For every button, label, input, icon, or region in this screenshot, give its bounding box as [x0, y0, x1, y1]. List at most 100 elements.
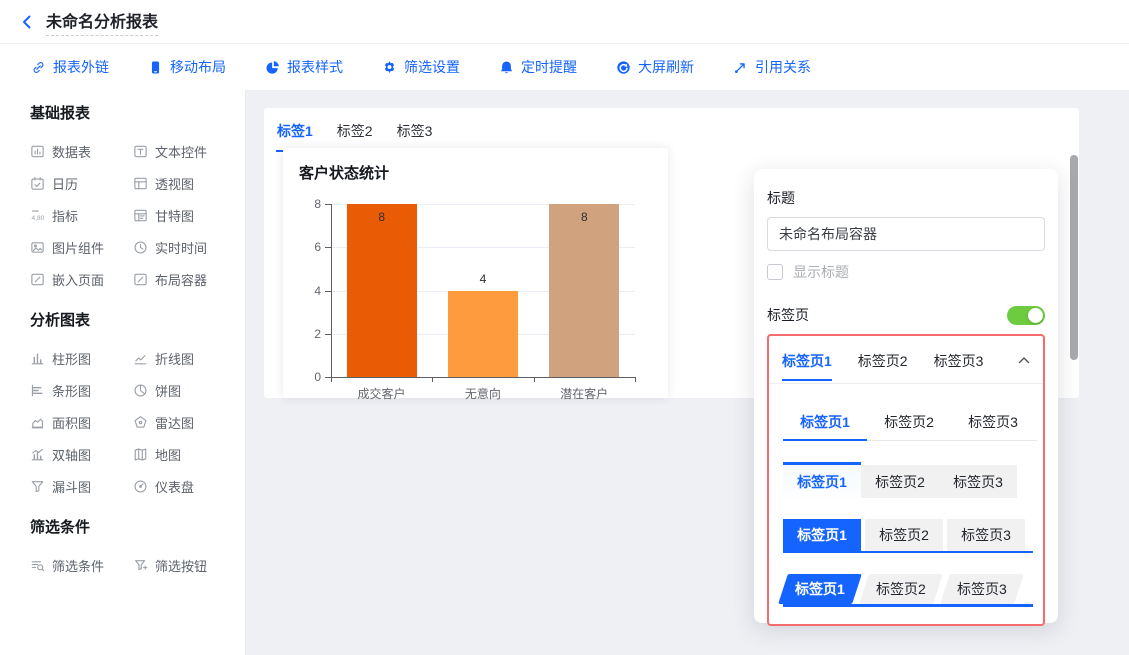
chart-widget[interactable]: 客户状态统计 024688成交客户4无意向8潜在客户 — [283, 148, 668, 398]
toolbar-item-refresh[interactable]: 大屏刷新 — [615, 57, 694, 77]
sidebar-item-image[interactable]: 图片组件 — [30, 231, 133, 263]
sidebar-item-label: 实时时间 — [155, 238, 207, 257]
sidebar-item-text-widget[interactable]: 文本控件 — [133, 135, 229, 167]
preview-tab: 标签页3 — [939, 465, 1017, 498]
tab-style-selector-header[interactable]: 标签页1 标签页2 标签页3 — [769, 336, 1043, 384]
pivot-icon — [133, 176, 148, 191]
selected-style-tab-3[interactable]: 标签页3 — [934, 338, 984, 381]
sidebar-item-label: 折线图 — [155, 349, 194, 368]
selected-style-tab-1[interactable]: 标签页1 — [782, 338, 832, 381]
tab-style-option-underline[interactable]: 标签页1标签页2标签页3 — [783, 412, 1029, 441]
bar-潜在客户[interactable] — [549, 204, 619, 377]
sidebar-section: 筛选条件筛选条件筛选按钮 — [30, 518, 229, 581]
show-title-checkbox[interactable] — [767, 264, 783, 280]
sidebar-item-label: 筛选条件 — [52, 556, 104, 575]
sidebar-item-clock[interactable]: 实时时间 — [133, 231, 229, 263]
relation-icon — [732, 59, 748, 75]
sidebar-item-line-chart[interactable]: 折线图 — [133, 342, 229, 374]
sidebar-item-label: 仪表盘 — [155, 477, 194, 496]
toolbar-item-gear[interactable]: 筛选设置 — [381, 57, 460, 77]
sidebar-section-title: 分析图表 — [30, 311, 229, 331]
header: 未命名分析报表 — [0, 0, 1129, 44]
tab-style-dropdown: 标签页1标签页2标签页3标签页1标签页2标签页3标签页1标签页2标签页3标签页1… — [769, 384, 1043, 607]
sidebar-item-funnel-chart[interactable]: 漏斗图 — [30, 470, 133, 502]
image-icon — [30, 240, 45, 255]
toolbar-item-link[interactable]: 报表外链 — [30, 57, 109, 77]
sidebar-item-gauge[interactable]: 仪表盘 — [133, 470, 229, 502]
back-button[interactable] — [16, 11, 38, 33]
sidebar-item-gantt[interactable]: 甘特图 — [133, 199, 229, 231]
bar-value-label: 4 — [448, 272, 518, 286]
preview-tab: 标签页2 — [865, 519, 943, 551]
tab-style-preview: 标签页1标签页2标签页3 — [783, 574, 1033, 607]
preview-tab: 标签页3 — [940, 574, 1024, 604]
canvas-tab-3[interactable]: 标签3 — [396, 118, 434, 151]
tabs-section-label: 标签页 — [767, 305, 809, 325]
data-table-icon — [30, 144, 45, 159]
sidebar-item-column-chart[interactable]: 柱形图 — [30, 342, 133, 374]
sidebar-item-embed[interactable]: 嵌入页面 — [30, 263, 133, 295]
sidebar-item-label: 嵌入页面 — [52, 270, 104, 289]
sidebar-item-bar-chart[interactable]: 条形图 — [30, 374, 133, 406]
bar-成交客户[interactable] — [347, 204, 417, 377]
sidebar-item-label: 雷达图 — [155, 413, 194, 432]
toolbar: 报表外链 移动布局 报表样式 筛选设置 定时提醒 大屏刷新 引用关系 — [0, 44, 1129, 90]
sidebar-section-title: 筛选条件 — [30, 518, 229, 538]
tab-style-option-card[interactable]: 标签页1标签页2标签页3 — [783, 462, 1029, 498]
sidebar-item-indicator[interactable]: 4,80指标 — [30, 199, 133, 231]
tab-style-option-slant[interactable]: 标签页1标签页2标签页3 — [783, 574, 1029, 607]
toolbar-item-pie[interactable]: 报表样式 — [264, 57, 343, 77]
page-title[interactable]: 未命名分析报表 — [46, 8, 158, 36]
sidebar-section-title: 基础报表 — [30, 104, 229, 124]
preview-tab: 标签页3 — [951, 412, 1035, 440]
toolbar-item-relation[interactable]: 引用关系 — [732, 57, 811, 77]
sidebar-item-filter-condition[interactable]: 筛选条件 — [30, 549, 133, 581]
y-tick-label: 4 — [297, 284, 321, 298]
sidebar-item-map[interactable]: 地图 — [133, 438, 229, 470]
line-chart-icon — [133, 351, 148, 366]
text-widget-icon — [133, 144, 148, 159]
chevron-up-icon[interactable] — [1018, 356, 1030, 364]
x-axis-line — [331, 377, 635, 378]
x-category-label: 无意向 — [432, 385, 533, 402]
sidebar-section: 基础报表数据表文本控件日历 透视图4,80指标甘特图图片组件 实时时间嵌入页面 布局容… — [30, 104, 229, 295]
pie-icon — [264, 59, 280, 75]
canvas-tab-1[interactable]: 标签1 — [276, 118, 314, 152]
sidebar-item-radar-chart[interactable]: 雷达图 — [133, 406, 229, 438]
sidebar-item-pie-chart[interactable]: 饼图 — [133, 374, 229, 406]
column-chart-icon — [30, 351, 45, 366]
x-axis-tick — [635, 377, 636, 382]
sidebar-item-container[interactable]: 布局容器 — [133, 263, 229, 295]
preview-tab-label: 标签页3 — [957, 579, 1007, 599]
sidebar-item-calendar[interactable]: 日历 — [30, 167, 133, 199]
toolbar-item-mobile[interactable]: 移动布局 — [147, 57, 226, 77]
preview-tab: 标签页1 — [783, 462, 861, 498]
filter-condition-icon — [30, 558, 45, 573]
selected-style-tab-2[interactable]: 标签页2 — [858, 338, 908, 381]
sidebar-item-data-table[interactable]: 数据表 — [30, 135, 133, 167]
tab-style-preview: 标签页1标签页2标签页3 — [783, 462, 1029, 498]
title-field-label: 标题 — [767, 188, 1045, 208]
x-category-label: 潜在客户 — [534, 385, 635, 402]
x-category-label: 成交客户 — [331, 385, 432, 402]
container-title-input[interactable] — [767, 217, 1045, 251]
sidebar-item-dual-axis[interactable]: 双轴图 — [30, 438, 133, 470]
sidebar-item-label: 柱形图 — [52, 349, 91, 368]
canvas-tab-2[interactable]: 标签2 — [336, 118, 374, 151]
preview-tab: 标签页1 — [778, 574, 862, 604]
bar-chart-plot: 024688成交客户4无意向8潜在客户 — [331, 204, 635, 377]
sidebar-item-pivot[interactable]: 透视图 — [133, 167, 229, 199]
toolbar-item-bell[interactable]: 定时提醒 — [498, 57, 577, 77]
bar-无意向[interactable] — [448, 291, 518, 378]
sidebar-item-label: 图片组件 — [52, 238, 104, 257]
toolbar-item-label: 大屏刷新 — [638, 57, 694, 77]
preview-tab-label: 标签页1 — [795, 579, 845, 599]
tab-style-option-solid[interactable]: 标签页1标签页2标签页3 — [783, 519, 1029, 553]
chart-title: 客户状态统计 — [283, 148, 668, 183]
sidebar-item-area-chart[interactable]: 面积图 — [30, 406, 133, 438]
sidebar-item-label: 日历 — [52, 174, 78, 193]
toolbar-item-label: 报表外链 — [53, 57, 109, 77]
canvas-scrollbar[interactable] — [1070, 155, 1078, 360]
tabs-toggle-switch[interactable] — [1007, 306, 1045, 325]
sidebar-item-filter-button[interactable]: 筛选按钮 — [133, 549, 229, 581]
